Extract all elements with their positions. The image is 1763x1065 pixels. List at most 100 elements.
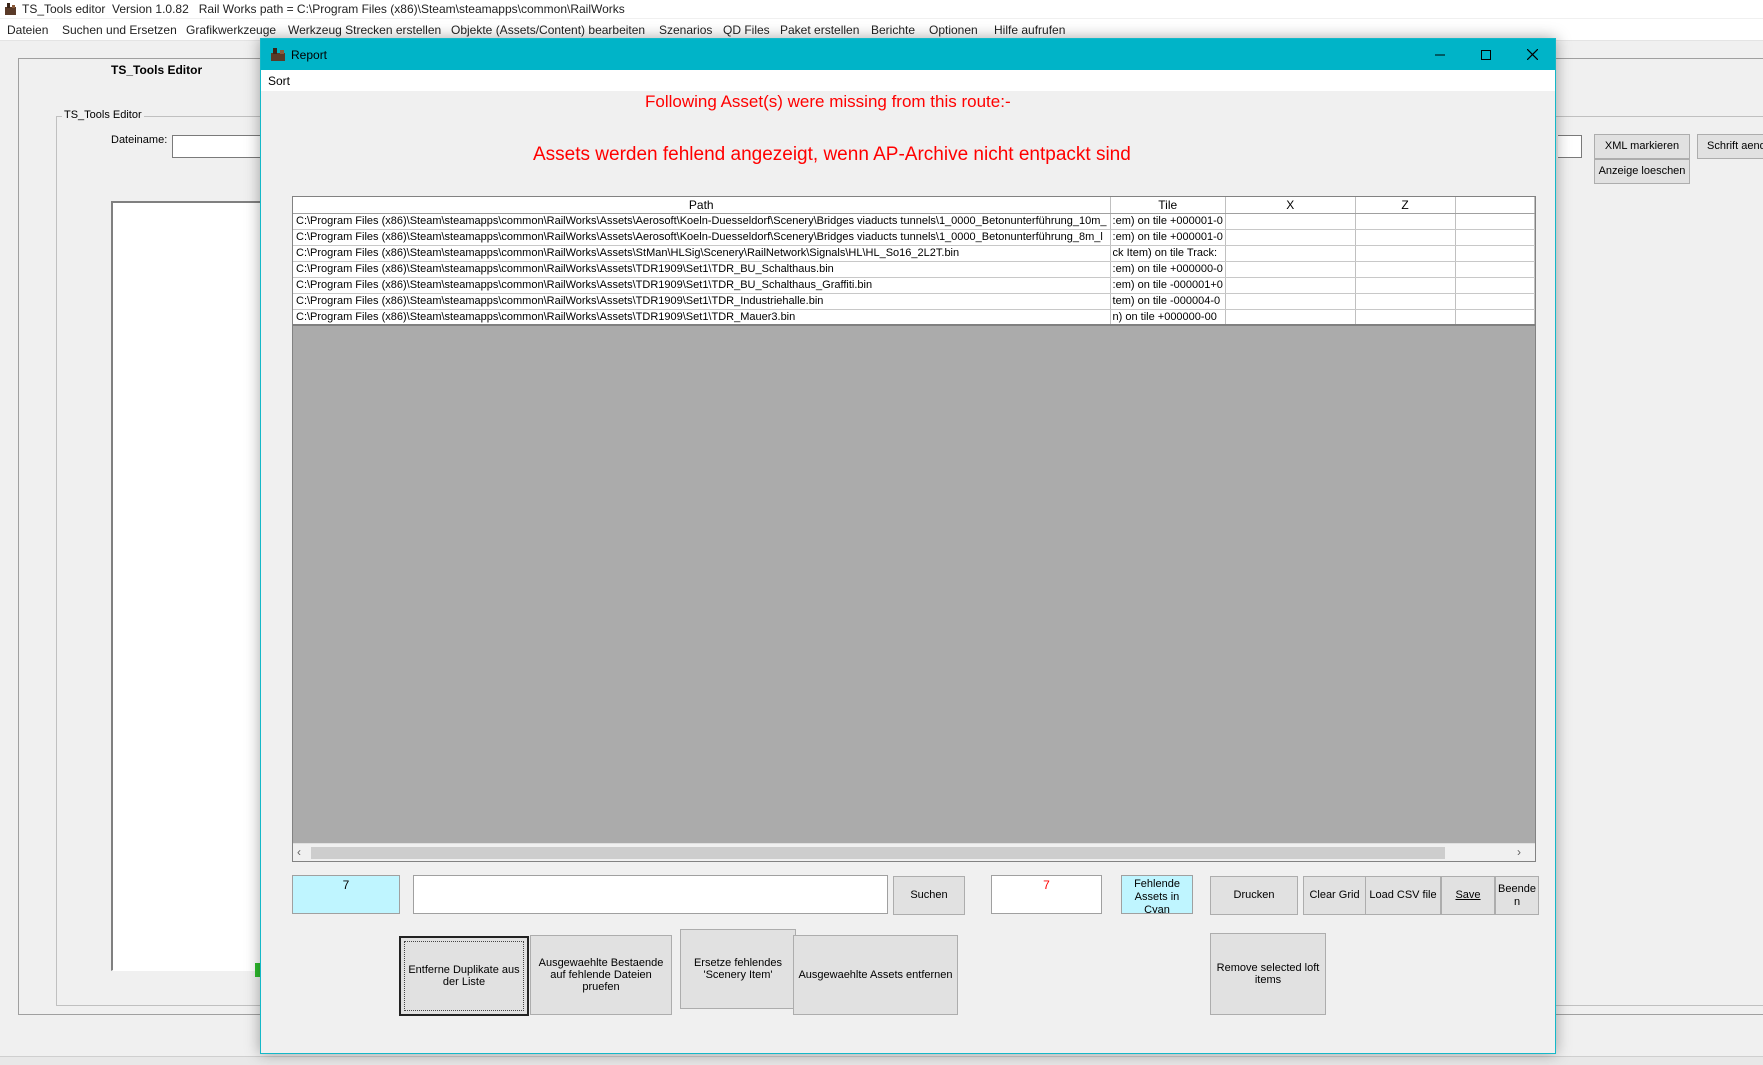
grid-cell-tile[interactable]: :em) on tile +000000-0 (1110, 261, 1226, 278)
xml-markieren-button[interactable]: XML markieren (1594, 134, 1690, 159)
report-window: Report Sort Following Asset(s) were miss… (260, 38, 1556, 1054)
grid-cell-tile[interactable]: ck Item) on tile Track: (1110, 245, 1226, 262)
menu-szenarios[interactable]: Szenarios (659, 23, 712, 37)
grid-cell-tile[interactable]: :em) on tile -000001+0 (1110, 277, 1226, 294)
grid-cell-z[interactable] (1355, 309, 1456, 326)
grid-cell-path[interactable]: C:\Program Files (x86)\Steam\steamapps\c… (293, 245, 1111, 262)
column-header-extra[interactable] (1455, 197, 1535, 214)
close-icon (1526, 49, 1538, 60)
ap-archive-note: Assets werden fehlend angezeigt, wenn AP… (533, 144, 1131, 165)
grid-cell-z[interactable] (1355, 277, 1456, 294)
clear-grid-button[interactable]: Clear Grid (1303, 876, 1366, 915)
grid-cell-path[interactable]: C:\Program Files (x86)\Steam\steamapps\c… (293, 213, 1111, 230)
grid-cell-extra[interactable] (1455, 277, 1535, 294)
menu-dateien[interactable]: Dateien (7, 23, 48, 37)
check-missing-files-button[interactable]: Ausgewaehlte Bestaende auf fehlende Date… (530, 935, 672, 1015)
menu-grafikwerkzeuge[interactable]: Grafikwerkzeuge (186, 23, 276, 37)
save-button[interactable]: Save (1441, 876, 1495, 915)
remove-duplicates-button[interactable]: Entferne Duplikate aus der Liste (399, 936, 529, 1016)
grid-cell-x[interactable] (1225, 277, 1356, 294)
menu-suchen-ersetzen[interactable]: Suchen und Ersetzen (62, 23, 177, 37)
grid-cell-path[interactable]: C:\Program Files (x86)\Steam\steamapps\c… (293, 277, 1111, 294)
grid-cell-extra[interactable] (1455, 309, 1535, 326)
menu-qd-files[interactable]: QD Files (723, 23, 770, 37)
grid-cell-extra[interactable] (1455, 293, 1535, 310)
anzeige-loeschen-button[interactable]: Anzeige loeschen (1594, 159, 1690, 184)
minimize-button[interactable] (1417, 39, 1463, 70)
table-row[interactable]: C:\Program Files (x86)\Steam\steamapps\c… (293, 245, 1535, 262)
grid-cell-x[interactable] (1225, 245, 1356, 262)
main-group-label: TS_Tools Editor (111, 63, 203, 77)
remove-loft-items-button[interactable]: Remove selected loft items (1210, 933, 1326, 1015)
grid-cell-extra[interactable] (1455, 213, 1535, 230)
table-row[interactable]: C:\Program Files (x86)\Steam\steamapps\c… (293, 229, 1535, 246)
beenden-button[interactable]: Beende n (1495, 876, 1539, 915)
report-title: Report (291, 48, 328, 62)
scrollbar-thumb[interactable] (311, 847, 1445, 859)
menu-werkzeug-strecken[interactable]: Werkzeug Strecken erstellen (288, 23, 441, 37)
suchen-button[interactable]: Suchen (893, 876, 965, 915)
grid-cell-tile[interactable]: :em) on tile +000001-0 (1110, 229, 1226, 246)
grid-cell-z[interactable] (1355, 293, 1456, 310)
replace-scenery-item-button[interactable]: Ersetze fehlendes 'Scenery Item' (680, 929, 796, 1009)
menu-optionen[interactable]: Optionen (929, 23, 978, 37)
grid-cell-tile[interactable]: tem) on tile -000004-0 (1110, 293, 1226, 310)
inner-group-label: TS_Tools Editor (62, 109, 144, 121)
column-header-tile[interactable]: Tile (1110, 197, 1226, 214)
menu-berichte[interactable]: Berichte (871, 23, 915, 37)
remove-selected-assets-button[interactable]: Ausgewaehlte Assets entfernen (793, 935, 958, 1015)
search-input[interactable] (413, 875, 888, 914)
minimize-icon (1435, 54, 1445, 55)
grid-cell-path[interactable]: C:\Program Files (x86)\Steam\steamapps\c… (293, 309, 1111, 326)
column-header-x[interactable]: X (1225, 197, 1356, 214)
grid-cell-z[interactable] (1355, 229, 1456, 246)
focus-rectangle (404, 941, 524, 1011)
report-app-icon (271, 48, 285, 61)
column-header-z[interactable]: Z (1355, 197, 1456, 214)
grid-cell-tile[interactable]: :em) on tile +000001-0 (1110, 213, 1226, 230)
table-row[interactable]: C:\Program Files (x86)\Steam\steamapps\c… (293, 213, 1535, 230)
grid-cell-extra[interactable] (1455, 261, 1535, 278)
menu-objekte-bearbeiten[interactable]: Objekte (Assets/Content) bearbeiten (451, 23, 645, 37)
grid-cell-x[interactable] (1225, 229, 1356, 246)
app-icon (5, 3, 16, 15)
load-csv-button[interactable]: Load CSV file (1365, 876, 1441, 915)
grid-cell-x[interactable] (1225, 293, 1356, 310)
drucken-button[interactable]: Drucken (1210, 876, 1298, 915)
report-titlebar[interactable]: Report (261, 39, 1555, 70)
grid-cell-tile[interactable]: n) on tile +000000-00 (1110, 309, 1226, 326)
grid-cell-x[interactable] (1225, 309, 1356, 326)
scroll-left-arrow-icon[interactable]: ‹ (297, 845, 301, 859)
horizontal-scrollbar[interactable]: ‹ › (293, 843, 1535, 861)
grid-cell-x[interactable] (1225, 213, 1356, 230)
scroll-right-arrow-icon[interactable]: › (1517, 845, 1521, 859)
table-row[interactable]: C:\Program Files (x86)\Steam\steamapps\c… (293, 277, 1535, 294)
column-header-path[interactable]: Path (293, 197, 1111, 214)
right-input-field[interactable] (1558, 135, 1582, 158)
editor-textarea[interactable] (111, 201, 261, 971)
status-strip (0, 1056, 1763, 1065)
grid-cell-path[interactable]: C:\Program Files (x86)\Steam\steamapps\c… (293, 293, 1111, 310)
menu-sort[interactable]: Sort (268, 74, 290, 88)
menu-hilfe[interactable]: Hilfe aufrufen (994, 23, 1065, 37)
missing-assets-grid[interactable]: Path Tile X Z C:\Program Files (x86)\Ste… (292, 196, 1536, 862)
table-row[interactable]: C:\Program Files (x86)\Steam\steamapps\c… (293, 261, 1535, 278)
grid-cell-z[interactable] (1355, 261, 1456, 278)
grid-cell-x[interactable] (1225, 261, 1356, 278)
maximize-button[interactable] (1463, 39, 1509, 70)
menu-paket-erstellen[interactable]: Paket erstellen (780, 23, 859, 37)
grid-cell-path[interactable]: C:\Program Files (x86)\Steam\steamapps\c… (293, 261, 1111, 278)
grid-cell-extra[interactable] (1455, 245, 1535, 262)
grid-body: C:\Program Files (x86)\Steam\steamapps\c… (293, 213, 1535, 326)
dateiname-label: Dateiname: (111, 134, 168, 146)
grid-cell-z[interactable] (1355, 213, 1456, 230)
schrift-aendern-button[interactable]: Schrift aend (1697, 134, 1763, 159)
table-row[interactable]: C:\Program Files (x86)\Steam\steamapps\c… (293, 309, 1535, 326)
grid-cell-z[interactable] (1355, 245, 1456, 262)
grid-cell-path[interactable]: C:\Program Files (x86)\Steam\steamapps\c… (293, 229, 1111, 246)
dateiname-input[interactable] (172, 135, 262, 158)
close-button[interactable] (1509, 39, 1555, 70)
grid-cell-extra[interactable] (1455, 229, 1535, 246)
table-row[interactable]: C:\Program Files (x86)\Steam\steamapps\c… (293, 293, 1535, 310)
maximize-icon (1481, 49, 1491, 60)
